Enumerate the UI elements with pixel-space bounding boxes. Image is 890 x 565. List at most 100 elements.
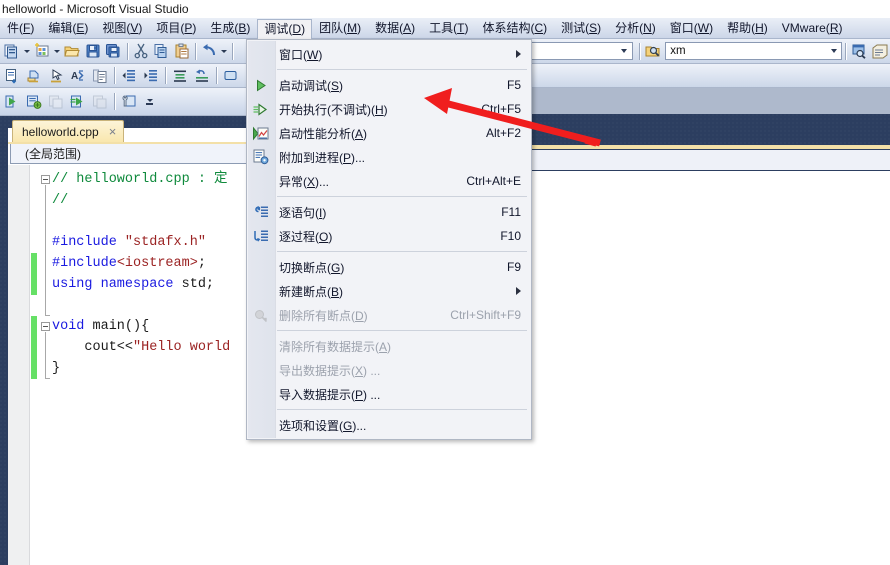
menu-item-16: 导出数据提示(X) ... (247, 358, 531, 382)
undo-icon[interactable] (199, 41, 219, 62)
copy-icon[interactable] (151, 41, 171, 62)
save-all-icon[interactable] (103, 41, 123, 62)
insert-snippet-icon[interactable] (23, 65, 45, 86)
menu-1[interactable]: 编辑(E) (41, 18, 95, 39)
menu-item-shortcut: F10 (500, 229, 521, 243)
menu-item-shortcut: Ctrl+F5 (481, 102, 521, 116)
right-panel-navy-bg (528, 114, 890, 145)
menu-5[interactable]: 调试(D) (257, 18, 313, 39)
menu-item-5[interactable]: 附加到进程(P)... (247, 145, 531, 169)
find-combo[interactable]: xm (665, 42, 843, 60)
menu-7[interactable]: 数据(A) (368, 18, 422, 39)
right-panel-body (528, 171, 890, 565)
config-combo[interactable] (519, 42, 633, 60)
find-in-files-icon[interactable] (643, 41, 663, 62)
code-token: "stdafx.h" (124, 235, 206, 250)
decrease-indent-icon[interactable] (118, 65, 140, 86)
uncomment-selection-icon[interactable] (89, 65, 111, 86)
increase-indent-icon[interactable] (140, 65, 162, 86)
menu-separator (277, 251, 527, 252)
menu-item-19[interactable]: 选项和设置(G)... (247, 413, 531, 437)
menu-10[interactable]: 测试(S) (554, 18, 608, 39)
fold-guideline (45, 185, 46, 315)
new-project-icon[interactable] (1, 41, 21, 62)
toolbar-overflow-arrow[interactable] (144, 91, 155, 112)
toolbar-separator (114, 67, 115, 84)
add-new-item-dropdown-arrow[interactable] (52, 41, 62, 62)
save-icon[interactable] (83, 41, 103, 62)
fold-toggle-icon[interactable] (41, 175, 50, 184)
display-tag-info-icon[interactable] (1, 65, 23, 86)
toolbar-separator (165, 67, 166, 84)
surround-with-icon[interactable] (45, 65, 67, 86)
step-into-icon (251, 204, 270, 221)
uncomment-lines-icon[interactable] (191, 65, 213, 86)
menu-2[interactable]: 视图(V) (95, 18, 149, 39)
add-new-item-icon[interactable] (32, 41, 52, 62)
menu-item-4[interactable]: 启动性能分析(A) Alt+F2 (247, 121, 531, 145)
open-file-icon[interactable] (62, 41, 82, 62)
fold-toggle-icon[interactable] (41, 322, 50, 331)
code-token: #include (52, 256, 117, 271)
change-indicator (31, 337, 37, 358)
toolbar-separator (194, 42, 196, 60)
toolbar-options-icon[interactable] (118, 91, 140, 112)
toolbar-separator (638, 42, 640, 60)
menu-item-15: 清除所有数据提示(A) (247, 334, 531, 358)
properties-window-icon[interactable] (869, 41, 889, 62)
menu-6[interactable]: 团队(M) (312, 18, 368, 39)
menu-item-label: 开始执行(不调试)(H) (279, 102, 388, 117)
cut-icon[interactable] (130, 41, 150, 62)
menu-13[interactable]: 帮助(H) (720, 18, 775, 39)
menu-item-shortcut: F9 (506, 260, 521, 274)
debug-menu-dropdown[interactable]: 窗口(W) 启动调试(S) F5 开始执行(不调试)(H) Ctrl+F5 启动性能分析(… (246, 39, 532, 440)
menu-item-8[interactable]: 逐语句(I) F11 (247, 200, 531, 224)
find-combo-arrow[interactable] (826, 43, 841, 59)
new-project-dropdown-arrow[interactable] (21, 41, 31, 62)
menu-0[interactable]: 件(F) (0, 18, 41, 39)
toggle-bookmark-icon[interactable] (220, 65, 242, 86)
menu-12[interactable]: 窗口(W) (663, 18, 720, 39)
solution-explorer-icon[interactable] (849, 41, 869, 62)
menu-3[interactable]: 项目(P) (149, 18, 203, 39)
code-token: using namespace (52, 277, 174, 292)
menu-4[interactable]: 生成(B) (203, 18, 257, 39)
menu-9[interactable]: 体系结构(C) (475, 18, 554, 39)
attach-to-process-icon[interactable] (23, 91, 45, 112)
comment-selection-icon[interactable]: A (67, 65, 89, 86)
paste-icon[interactable] (171, 41, 191, 62)
code-token: main(){ (84, 319, 150, 334)
menu-11[interactable]: 分析(N) (608, 18, 663, 39)
code-token: <iostream> (116, 256, 198, 271)
visual-studio-window: helloworld - Microsoft Visual Studio 件(F… (0, 0, 890, 565)
left-dock-strip (0, 116, 8, 565)
menu-item-9[interactable]: 逐过程(O) F10 (247, 224, 531, 248)
menu-item-0[interactable]: 窗口(W) (247, 42, 531, 66)
menu-item-2[interactable]: 启动调试(S) F5 (247, 73, 531, 97)
start-debugging-icon[interactable] (1, 91, 23, 112)
close-icon[interactable]: × (109, 125, 117, 138)
menu-item-12[interactable]: 新建断点(B) (247, 279, 531, 303)
menu-item-shortcut: Ctrl+Shift+F9 (450, 308, 521, 322)
menu-14[interactable]: VMware(R) (775, 18, 850, 39)
change-indicator (31, 358, 37, 379)
undo-dropdown-arrow[interactable] (219, 41, 229, 62)
comment-lines-icon[interactable] (169, 65, 191, 86)
config-combo-arrow[interactable] (617, 43, 632, 59)
menu-item-13: 删除所有断点(D) Ctrl+Shift+F9 (247, 303, 531, 327)
menu-item-11[interactable]: 切换断点(G) F9 (247, 255, 531, 279)
menu-item-label: 新建断点(B) (279, 284, 344, 299)
menu-item-6[interactable]: 异常(X)... Ctrl+Alt+E (247, 169, 531, 193)
menu-item-3[interactable]: 开始执行(不调试)(H) Ctrl+F5 (247, 97, 531, 121)
menu-separator (277, 330, 527, 331)
document-tab-helloworld-cpp[interactable]: helloworld.cpp × (12, 120, 125, 142)
menu-item-shortcut: Ctrl+Alt+E (466, 174, 521, 188)
fold-guideline-end (45, 378, 50, 379)
menu-item-17[interactable]: 导入数据提示(P) ... (247, 382, 531, 406)
change-indicator (31, 253, 37, 274)
toolbar-separator (126, 42, 128, 60)
start-without-debugging-icon[interactable] (67, 91, 89, 112)
code-token: "Hello world (133, 340, 231, 355)
menu-8[interactable]: 工具(T) (422, 18, 475, 39)
step-over-icon (251, 228, 270, 245)
